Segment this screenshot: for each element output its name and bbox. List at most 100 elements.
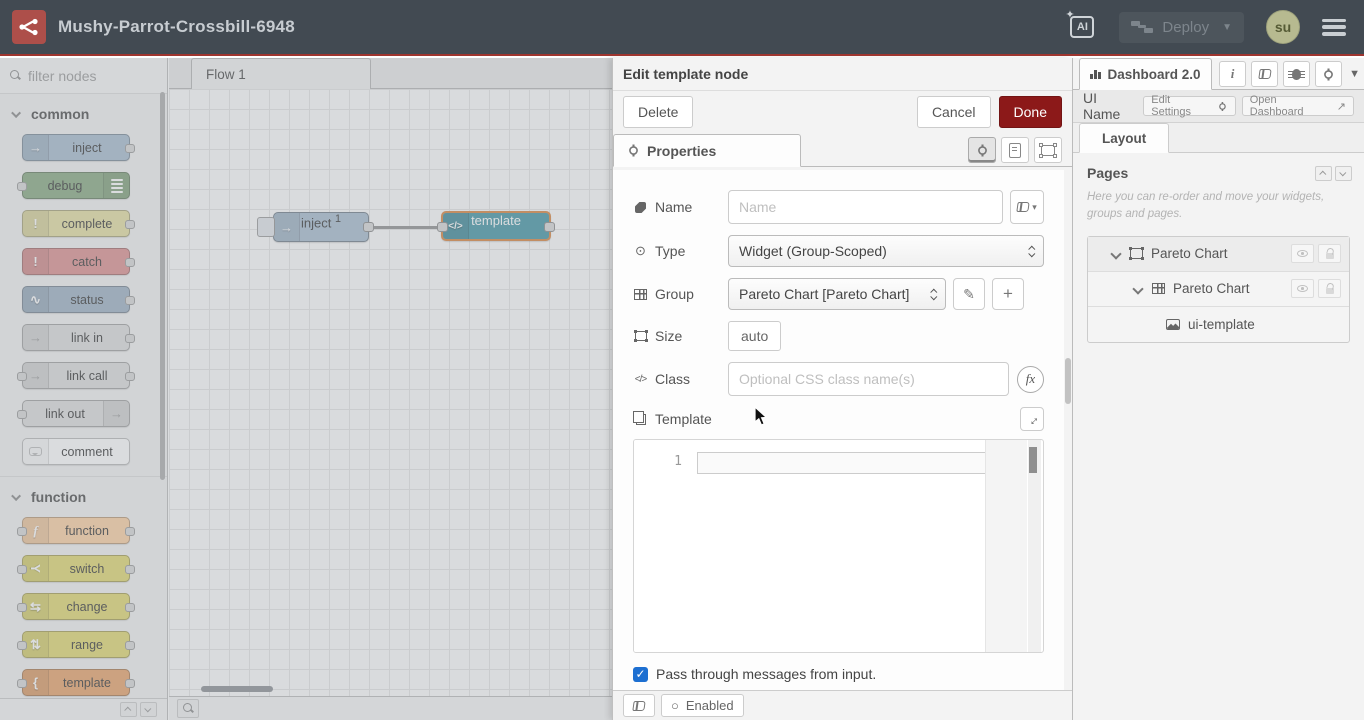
node-red-logo [12, 10, 46, 44]
gear-icon [1324, 70, 1333, 79]
eye-icon [1297, 285, 1308, 292]
palette-scrollbar[interactable] [160, 92, 165, 480]
description-view-button[interactable] [1001, 137, 1029, 163]
chevron-down-icon[interactable] [1132, 283, 1143, 294]
visibility-button[interactable] [1291, 279, 1314, 298]
type-select[interactable]: Widget (Group-Scoped) [728, 235, 1044, 267]
help-sidebar-button[interactable] [1251, 61, 1278, 87]
palette-node-catch[interactable]: ! catch [22, 248, 130, 275]
wire[interactable] [369, 226, 441, 229]
ai-assistant-button[interactable]: ✦ AI [1067, 12, 1097, 42]
enabled-toggle-button[interactable]: ○ Enabled [661, 694, 744, 717]
delete-button[interactable]: Delete [623, 96, 693, 128]
tree-row-page[interactable]: Pareto Chart [1088, 237, 1349, 272]
page-icon [1130, 248, 1143, 259]
tray-footer: ○ Enabled [613, 690, 1072, 720]
mouse-cursor [754, 406, 770, 431]
config-sidebar-button[interactable] [1315, 61, 1342, 87]
scope-icon: ⊙ [633, 243, 648, 259]
deploy-caret-icon[interactable]: ▼ [1222, 22, 1232, 33]
palette-node-debug[interactable]: debug [22, 172, 130, 199]
lock-button[interactable] [1318, 279, 1341, 298]
debug-sidebar-button[interactable] [1283, 61, 1310, 87]
edit-group-button[interactable]: ✎ [953, 278, 985, 310]
size-button[interactable]: auto [728, 321, 781, 351]
palette-node-link-call[interactable]: → link call [22, 362, 130, 389]
tab-layout[interactable]: Layout [1079, 123, 1169, 153]
input-port[interactable] [437, 222, 448, 232]
input-port [17, 410, 27, 419]
palette-collapse-all-button[interactable] [120, 702, 137, 717]
node-help-button[interactable] [623, 694, 655, 717]
group-select[interactable]: Pareto Chart [Pareto Chart] [728, 278, 946, 310]
tray-scrollbar[interactable] [1065, 358, 1071, 404]
open-dashboard-button[interactable]: Open Dashboard ↗ [1242, 96, 1354, 116]
flow-canvas[interactable]: → inject 1 </> template [169, 89, 612, 696]
palette-search[interactable]: filter nodes [0, 58, 167, 94]
palette-node-complete[interactable]: ! complete [22, 210, 130, 237]
pages-header: Pages [1073, 153, 1364, 181]
tab-dashboard-2[interactable]: Dashboard 2.0 [1079, 58, 1212, 90]
output-port[interactable] [363, 222, 374, 232]
gear-icon [978, 146, 987, 155]
output-port [125, 144, 135, 153]
visibility-button[interactable] [1291, 244, 1314, 263]
flow-node-inject[interactable]: → inject 1 [273, 212, 369, 242]
palette-expand-all-button[interactable] [140, 702, 157, 717]
palette-node-switch[interactable]: Y switch [22, 555, 130, 582]
external-link-icon: ↗ [1337, 100, 1346, 113]
palette-node-function[interactable]: f function [22, 517, 130, 544]
palette-node-inject[interactable]: → inject [22, 134, 130, 161]
flow-node-ui-template[interactable]: </> template [441, 211, 551, 241]
input-port [17, 641, 27, 650]
palette-node-comment[interactable]: comment [22, 438, 130, 465]
edit-settings-button[interactable]: Edit Settings [1143, 96, 1235, 116]
label-options-button[interactable]: ▾ [1010, 190, 1044, 224]
name-input[interactable] [728, 190, 1003, 224]
info-sidebar-button[interactable]: i [1219, 61, 1246, 87]
properties-view-button[interactable] [968, 137, 996, 163]
palette-node-template[interactable]: { template [22, 669, 130, 696]
cancel-button[interactable]: Cancel [917, 96, 991, 128]
palette-category-function[interactable]: function [0, 477, 167, 509]
output-port [125, 296, 135, 305]
appearance-view-button[interactable] [1034, 137, 1062, 163]
canvas-search-button[interactable] [177, 699, 199, 718]
node-red-editor: Mushy-Parrot-Crossbill-6948 ✦ AI Deploy … [0, 0, 1364, 720]
expand-editor-button[interactable]: ↔ [1020, 407, 1044, 431]
sidebar-menu-caret[interactable]: ▼ [1349, 68, 1360, 80]
palette-node-link-in[interactable]: → link in [22, 324, 130, 351]
tree-row-group[interactable]: Pareto Chart [1088, 272, 1349, 307]
lock-button[interactable] [1318, 244, 1341, 263]
deploy-button[interactable]: Deploy ▼ [1119, 12, 1244, 43]
palette-category-common[interactable]: common [0, 94, 167, 126]
fx-button[interactable]: fx [1017, 366, 1044, 393]
tab-properties[interactable]: Properties [613, 134, 801, 167]
template-code-editor[interactable]: 1 [633, 439, 1044, 653]
editor-active-line[interactable] [697, 452, 997, 474]
editor-scrollbar[interactable] [1028, 440, 1041, 652]
tree-row-widget[interactable]: ui-template [1088, 307, 1349, 342]
inject-trigger-button[interactable] [257, 217, 275, 237]
done-button[interactable]: Done [999, 96, 1062, 128]
collapse-all-button[interactable] [1315, 166, 1332, 181]
chevron-down-icon [11, 491, 21, 501]
palette-node-link-out[interactable]: → link out [22, 400, 130, 427]
flow-tab[interactable]: Flow 1 [191, 58, 371, 89]
output-port[interactable] [544, 222, 555, 232]
output-port [125, 527, 135, 536]
canvas-horizontal-scrollbar[interactable] [201, 686, 273, 692]
palette-node-status[interactable]: ∿ status [22, 286, 130, 313]
class-input[interactable] [728, 362, 1009, 396]
book-icon [1017, 202, 1030, 212]
output-port [125, 334, 135, 343]
add-group-button[interactable]: + [992, 278, 1024, 310]
user-avatar[interactable]: su [1266, 10, 1300, 44]
palette-node-range[interactable]: ⇅ range [22, 631, 130, 658]
palette-node-change[interactable]: ⇆ change [22, 593, 130, 620]
passthrough-checkbox[interactable]: ✓ [633, 667, 648, 682]
editor-gutter: 1 [634, 440, 694, 652]
expand-all-button[interactable] [1335, 166, 1352, 181]
main-menu-button[interactable] [1322, 19, 1346, 36]
chevron-down-icon[interactable] [1110, 248, 1121, 259]
